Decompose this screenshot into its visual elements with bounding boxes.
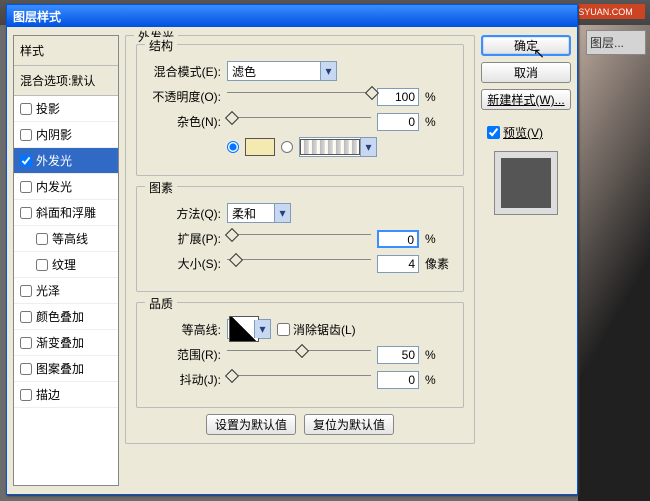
style-item[interactable]: 外发光 xyxy=(14,148,118,174)
size-value[interactable]: 4 xyxy=(377,255,419,273)
style-checkbox[interactable] xyxy=(20,337,32,349)
opacity-slider[interactable] xyxy=(227,92,371,106)
color-swatch[interactable] xyxy=(245,138,275,156)
group-structure: 结构 混合模式(E): 滤色 ▾ 不透明度(O): 100 % xyxy=(136,44,464,176)
outer-glow-panel: 外发光 结构 混合模式(E): 滤色 ▾ 不透明度(O): 100 xyxy=(125,35,475,444)
style-checkbox[interactable] xyxy=(20,129,32,141)
chevron-down-icon: ▾ xyxy=(274,204,290,222)
contour-picker[interactable]: ▾ xyxy=(227,319,271,339)
style-label: 图案叠加 xyxy=(36,360,84,377)
color-radio[interactable] xyxy=(227,141,239,153)
size-slider[interactable] xyxy=(227,259,371,273)
style-checkbox[interactable] xyxy=(20,155,32,167)
range-value[interactable]: 50 xyxy=(377,346,419,364)
new-style-button[interactable]: 新建样式(W)... xyxy=(481,89,571,110)
style-item[interactable]: 渐变叠加 xyxy=(14,330,118,356)
blend-options[interactable]: 混合选项:默认 xyxy=(14,66,118,96)
jitter-slider[interactable] xyxy=(227,375,371,389)
style-item[interactable]: 投影 xyxy=(14,96,118,122)
size-label: 大小(S): xyxy=(149,255,221,272)
style-item[interactable]: 颜色叠加 xyxy=(14,304,118,330)
chevron-down-icon: ▾ xyxy=(254,320,270,338)
style-label: 等高线 xyxy=(52,230,88,247)
style-checkbox[interactable] xyxy=(20,103,32,115)
ok-button[interactable]: 确定 ↖ xyxy=(481,35,571,56)
blend-mode-combo[interactable]: 滤色 ▾ xyxy=(227,61,337,81)
style-checkbox[interactable] xyxy=(20,285,32,297)
style-label: 光泽 xyxy=(36,282,60,299)
chevron-down-icon: ▾ xyxy=(360,138,376,156)
style-item[interactable]: 斜面和浮雕 xyxy=(14,200,118,226)
style-checkbox[interactable] xyxy=(20,181,32,193)
dialog-title: 图层样式 xyxy=(13,8,61,25)
style-checkbox[interactable] xyxy=(36,233,48,245)
styles-list: 样式 混合选项:默认 投影内阴影外发光内发光斜面和浮雕等高线纹理光泽颜色叠加渐变… xyxy=(13,35,119,486)
group-quality: 品质 等高线: ▾ 消除锯齿(L) 范围(R): xyxy=(136,302,464,408)
style-label: 渐变叠加 xyxy=(36,334,84,351)
reset-default-button[interactable]: 复位为默认值 xyxy=(304,414,394,435)
technique-combo[interactable]: 柔和 ▾ xyxy=(227,203,291,223)
preview-check[interactable]: 预览(V) xyxy=(487,124,571,141)
gradient-swatch xyxy=(300,139,360,155)
gradient-radio[interactable] xyxy=(281,141,293,153)
jitter-label: 抖动(J): xyxy=(149,371,221,388)
style-checkbox[interactable] xyxy=(20,311,32,323)
contour-label: 等高线: xyxy=(149,321,221,338)
dialog-titlebar[interactable]: 图层样式 xyxy=(7,5,577,27)
style-label: 内发光 xyxy=(36,178,72,195)
style-item[interactable]: 描边 xyxy=(14,382,118,408)
range-label: 范围(R): xyxy=(149,346,221,363)
style-label: 颜色叠加 xyxy=(36,308,84,325)
style-item[interactable]: 内阴影 xyxy=(14,122,118,148)
style-checkbox[interactable] xyxy=(20,207,32,219)
style-item[interactable]: 内发光 xyxy=(14,174,118,200)
style-item[interactable]: 纹理 xyxy=(14,252,118,278)
style-checkbox[interactable] xyxy=(20,389,32,401)
opacity-value[interactable]: 100 xyxy=(377,88,419,106)
chevron-down-icon: ▾ xyxy=(320,62,336,80)
layer-style-dialog: 图层样式 样式 混合选项:默认 投影内阴影外发光内发光斜面和浮雕等高线纹理光泽颜… xyxy=(6,4,578,495)
make-default-button[interactable]: 设置为默认值 xyxy=(206,414,296,435)
preview-swatch xyxy=(494,151,558,215)
gradient-combo[interactable]: ▾ xyxy=(299,137,377,157)
style-checkbox[interactable] xyxy=(20,363,32,375)
style-item[interactable]: 等高线 xyxy=(14,226,118,252)
style-checkbox[interactable] xyxy=(36,259,48,271)
style-label: 内阴影 xyxy=(36,126,72,143)
range-slider[interactable] xyxy=(227,350,371,364)
blend-mode-label: 混合模式(E): xyxy=(149,63,221,80)
style-label: 斜面和浮雕 xyxy=(36,204,96,221)
style-item[interactable]: 光泽 xyxy=(14,278,118,304)
style-item[interactable]: 图案叠加 xyxy=(14,356,118,382)
styles-header[interactable]: 样式 xyxy=(14,36,118,66)
noise-value[interactable]: 0 xyxy=(377,113,419,131)
jitter-value[interactable]: 0 xyxy=(377,371,419,389)
cancel-button[interactable]: 取消 xyxy=(481,62,571,83)
style-label: 纹理 xyxy=(52,256,76,273)
noise-slider[interactable] xyxy=(227,117,371,131)
canvas-image xyxy=(578,25,650,501)
cursor-icon: ↖ xyxy=(533,45,545,62)
style-label: 外发光 xyxy=(36,152,72,169)
noise-label: 杂色(N): xyxy=(149,113,221,130)
style-label: 描边 xyxy=(36,386,60,403)
group-elements: 图素 方法(Q): 柔和 ▾ 扩展(P): 0 % xyxy=(136,186,464,292)
antialias-check[interactable]: 消除锯齿(L) xyxy=(277,321,356,338)
spread-value[interactable]: 0 xyxy=(377,230,419,248)
spread-label: 扩展(P): xyxy=(149,230,221,247)
style-label: 投影 xyxy=(36,100,60,117)
technique-label: 方法(Q): xyxy=(149,205,221,222)
opacity-label: 不透明度(O): xyxy=(149,88,221,105)
spread-slider[interactable] xyxy=(227,234,371,248)
layers-panel[interactable]: 图层... xyxy=(586,30,646,55)
